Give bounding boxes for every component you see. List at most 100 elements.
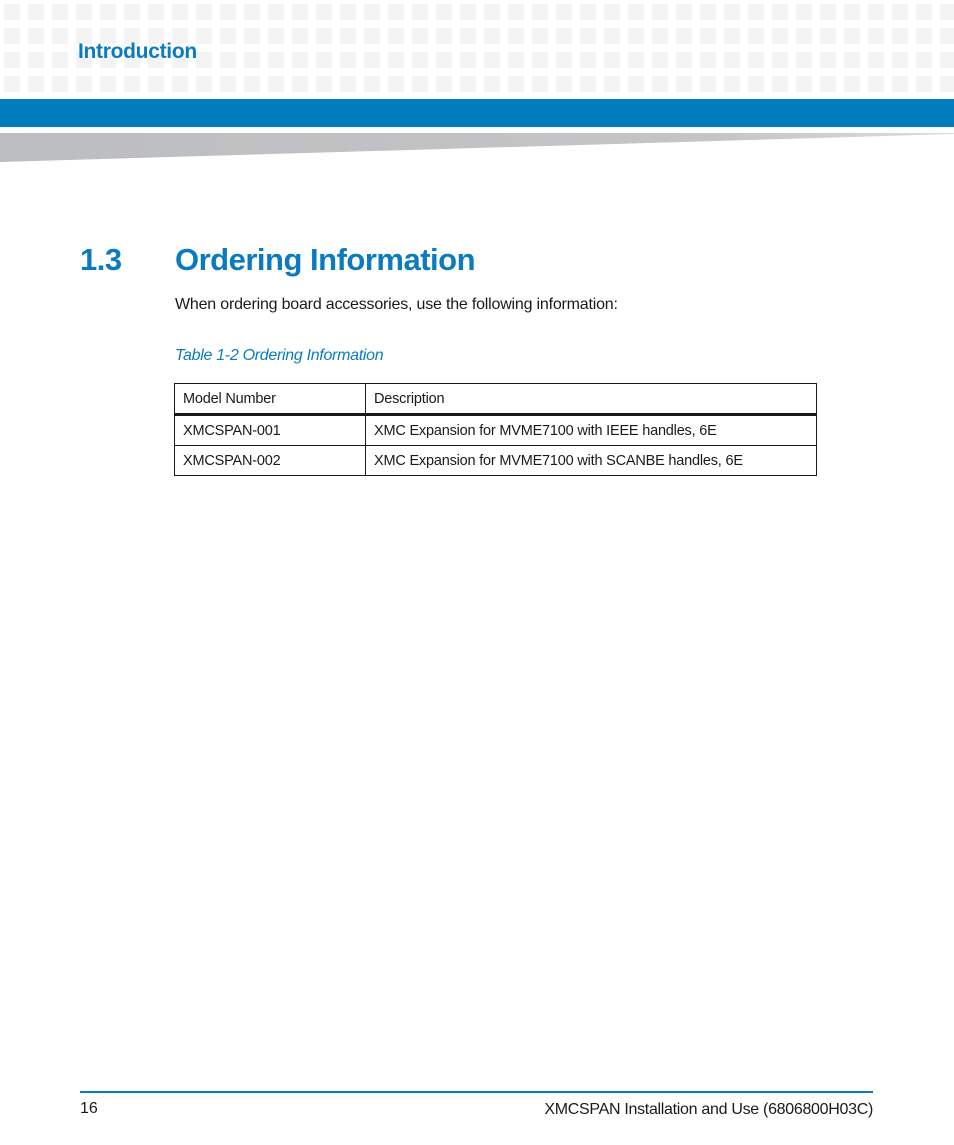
pattern-square	[52, 76, 68, 92]
pattern-square	[364, 76, 380, 92]
pattern-square	[772, 76, 788, 92]
pattern-square	[580, 52, 596, 68]
pattern-square	[940, 28, 954, 44]
pattern-square	[340, 76, 356, 92]
header-gray-wedge	[0, 133, 954, 162]
pattern-square	[700, 52, 716, 68]
section-heading: 1.3 Ordering Information	[80, 242, 476, 278]
pattern-square	[940, 76, 954, 92]
pattern-square	[484, 52, 500, 68]
pattern-square	[868, 76, 884, 92]
column-header-model-number: Model Number	[174, 383, 366, 416]
pattern-square	[892, 4, 908, 20]
pattern-square	[652, 28, 668, 44]
pattern-square	[796, 28, 812, 44]
pattern-square	[436, 28, 452, 44]
pattern-square	[796, 76, 812, 92]
pattern-square	[244, 28, 260, 44]
pattern-square	[148, 76, 164, 92]
pattern-square	[796, 4, 812, 20]
pattern-square	[484, 76, 500, 92]
document-title: XMCSPAN Installation and Use (6806800H03…	[544, 1101, 873, 1118]
pattern-square	[412, 76, 428, 92]
pattern-square	[316, 28, 332, 44]
pattern-square	[484, 28, 500, 44]
intro-paragraph: When ordering board accessories, use the…	[175, 296, 618, 313]
pattern-square	[436, 4, 452, 20]
pattern-square	[604, 28, 620, 44]
pattern-square	[652, 4, 668, 20]
pattern-square	[580, 4, 596, 20]
pattern-square	[436, 52, 452, 68]
pattern-square	[460, 4, 476, 20]
pattern-square	[412, 52, 428, 68]
table-row: XMCSPAN-001 XMC Expansion for MVME7100 w…	[174, 414, 817, 446]
table-header-row: Model Number Description	[174, 383, 817, 416]
pattern-square	[892, 76, 908, 92]
pattern-square	[292, 52, 308, 68]
pattern-square	[28, 28, 44, 44]
pattern-square	[748, 52, 764, 68]
table-caption: Table 1-2 Ordering Information	[175, 347, 384, 364]
pattern-square	[244, 4, 260, 20]
pattern-square	[268, 28, 284, 44]
pattern-square	[724, 28, 740, 44]
pattern-square	[268, 52, 284, 68]
pattern-square	[748, 28, 764, 44]
pattern-square	[196, 28, 212, 44]
pattern-square	[508, 28, 524, 44]
pattern-square	[652, 76, 668, 92]
pattern-square	[604, 76, 620, 92]
pattern-square	[580, 76, 596, 92]
pattern-square	[388, 76, 404, 92]
pattern-square	[676, 4, 692, 20]
pattern-square	[316, 76, 332, 92]
description-cell: XMC Expansion for MVME7100 with SCANBE h…	[365, 445, 817, 476]
pattern-square	[892, 52, 908, 68]
pattern-square	[844, 76, 860, 92]
pattern-square	[676, 28, 692, 44]
pattern-square	[28, 4, 44, 20]
pattern-square	[340, 4, 356, 20]
pattern-square	[316, 4, 332, 20]
pattern-square	[940, 52, 954, 68]
chapter-title: Introduction	[78, 40, 197, 63]
pattern-square	[4, 52, 20, 68]
pattern-square	[916, 52, 932, 68]
pattern-square	[676, 52, 692, 68]
model-number-cell: XMCSPAN-002	[174, 445, 366, 476]
pattern-square	[700, 76, 716, 92]
section-number: 1.3	[80, 242, 122, 277]
pattern-square	[532, 28, 548, 44]
pattern-square	[868, 4, 884, 20]
pattern-square	[868, 52, 884, 68]
pattern-square	[508, 76, 524, 92]
pattern-square	[124, 4, 140, 20]
pattern-square	[388, 4, 404, 20]
pattern-square	[292, 4, 308, 20]
pattern-square	[364, 4, 380, 20]
pattern-square	[364, 28, 380, 44]
pattern-square	[844, 4, 860, 20]
pattern-square	[916, 4, 932, 20]
pattern-square	[700, 28, 716, 44]
pattern-square	[724, 76, 740, 92]
pattern-square	[556, 76, 572, 92]
pattern-square	[364, 52, 380, 68]
pattern-square	[556, 28, 572, 44]
pattern-square	[604, 52, 620, 68]
pattern-square	[316, 52, 332, 68]
pattern-square	[628, 52, 644, 68]
section-title: Ordering Information	[175, 242, 476, 277]
pattern-square	[196, 4, 212, 20]
pattern-square	[4, 28, 20, 44]
pattern-square	[196, 76, 212, 92]
pattern-square	[460, 28, 476, 44]
pattern-square	[148, 4, 164, 20]
pattern-square	[556, 4, 572, 20]
pattern-square	[292, 76, 308, 92]
model-number-cell: XMCSPAN-001	[174, 414, 366, 446]
pattern-square	[820, 76, 836, 92]
pattern-square	[388, 52, 404, 68]
pattern-square	[124, 76, 140, 92]
